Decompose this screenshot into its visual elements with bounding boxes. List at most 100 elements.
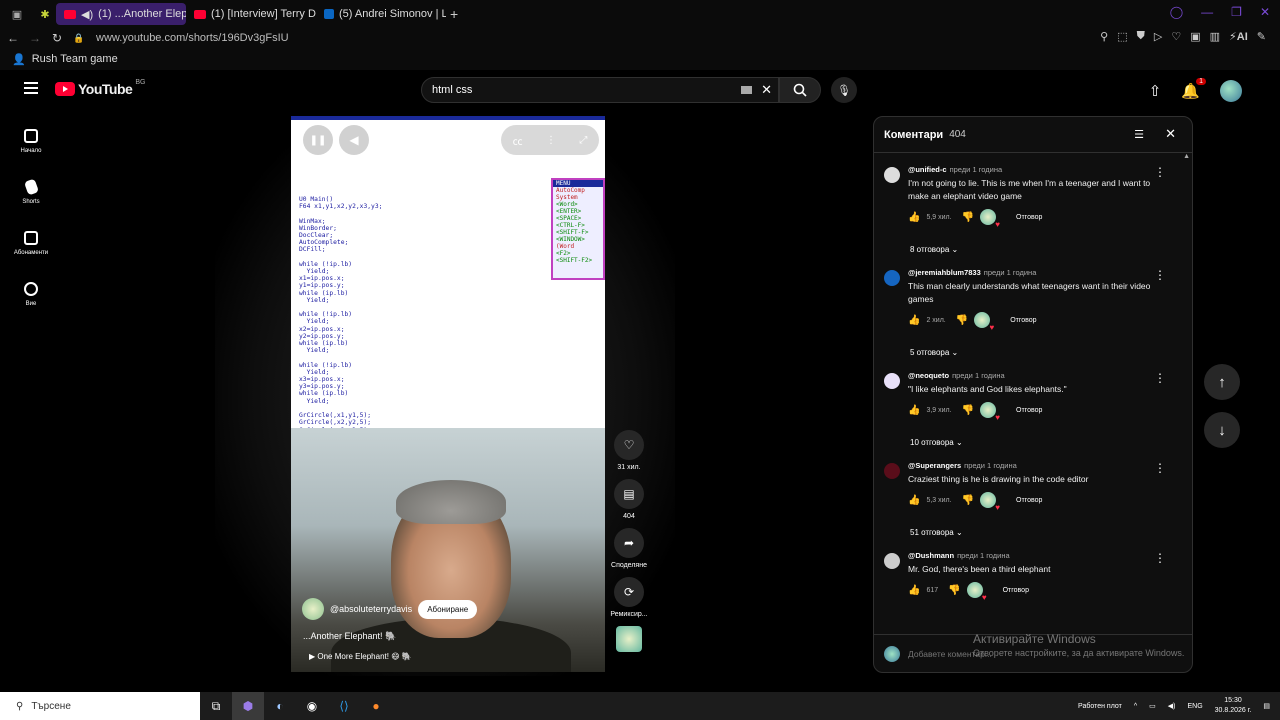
comment-avatar[interactable] <box>884 463 900 479</box>
captions-icon[interactable]: ㏄ <box>513 133 523 148</box>
view-replies-button[interactable]: 10 отговора ⌄ <box>910 438 1154 447</box>
shield-icon[interactable]: ⛊ <box>1137 30 1145 43</box>
network-icon[interactable]: ▭ <box>1149 702 1156 710</box>
more-options-icon[interactable]: ⋮ <box>1154 551 1166 565</box>
obs-icon[interactable]: ◉ <box>296 692 328 720</box>
back-icon[interactable]: ← <box>4 31 22 45</box>
more-options-icon[interactable]: ⋮ <box>1154 461 1166 475</box>
comment-author[interactable]: @neoqueto преди 1 година <box>908 371 1154 380</box>
steam-icon[interactable]: ◐ <box>264 692 296 720</box>
more-options-icon[interactable]: ⋮ <box>546 135 556 146</box>
view-replies-button[interactable]: 51 отговора ⌄ <box>910 528 1154 537</box>
comment-author[interactable]: @unified-c преди 1 година <box>908 165 1154 174</box>
nav-home[interactable]: Начало <box>0 116 62 167</box>
thumbs-down-icon[interactable]: 👎 <box>956 315 968 326</box>
heart-icon[interactable]: ♡ <box>1171 30 1181 43</box>
view-replies-button[interactable]: 5 отговора ⌄ <box>910 348 1154 357</box>
short-player[interactable]: U0 Main() F64 x1,y1,x2,y2,x3,y3; WinMax;… <box>291 116 605 672</box>
menu-icon[interactable] <box>24 82 38 94</box>
tab-menu-icon[interactable]: ▣ <box>6 3 28 25</box>
comment-avatar[interactable] <box>884 270 900 286</box>
fullscreen-icon[interactable]: ⤢ <box>579 135 587 146</box>
more-options-icon[interactable]: ⋮ <box>1154 268 1166 282</box>
comment-author[interactable]: @Superangers преди 1 година <box>908 461 1154 470</box>
reply-button[interactable]: Отговор <box>1016 497 1042 504</box>
thumbs-down-icon[interactable]: 👎 <box>962 212 974 223</box>
clear-search-icon[interactable]: ✕ <box>761 82 772 98</box>
thumbs-down-icon[interactable]: 👎 <box>962 495 974 506</box>
reply-button[interactable]: Отговор <box>1003 587 1029 594</box>
more-options-icon[interactable]: ⋮ <box>1154 165 1166 179</box>
previous-short-button[interactable]: ↑ <box>1204 364 1240 400</box>
volume-tray-icon[interactable]: ◀) <box>1168 702 1176 710</box>
comment-avatar[interactable] <box>884 167 900 183</box>
thumbs-down-icon[interactable]: 👎 <box>948 585 960 596</box>
bookmark-rush-team[interactable]: Rush Team game <box>32 53 118 65</box>
comment-avatar[interactable] <box>884 553 900 569</box>
nav-subscriptions[interactable]: Абонаменти <box>0 218 62 269</box>
reload-icon[interactable]: ↻ <box>48 31 66 45</box>
short-music[interactable]: ▶ One More Elephant! 😄 🐘 <box>309 652 412 661</box>
subscribe-button[interactable]: Абониране <box>418 599 478 619</box>
site-info-icon[interactable]: 🔒 <box>70 33 88 44</box>
close-window-icon[interactable]: ✕ <box>1260 5 1270 19</box>
thumbs-up-icon[interactable]: 👍 <box>908 495 920 506</box>
new-tab-button[interactable]: + <box>450 6 458 22</box>
restore-icon[interactable]: ❐ <box>1231 5 1242 19</box>
vscode-icon[interactable]: ⟨⟩ <box>328 692 360 720</box>
like-button[interactable]: ♡ <box>614 430 644 460</box>
chevron-up-icon[interactable]: ^ <box>1134 703 1137 710</box>
avatar[interactable] <box>1220 80 1242 102</box>
keyboard-icon[interactable] <box>741 86 752 94</box>
sort-icon[interactable]: ☰ <box>1134 128 1144 141</box>
desktop-label[interactable]: Работен плот <box>1078 703 1122 710</box>
more-options-icon[interactable]: ⋮ <box>1154 371 1166 385</box>
channel-avatar[interactable] <box>302 598 324 620</box>
tab-youtube-short[interactable]: ◀) (1) ...Another Elephant! <box>56 3 186 25</box>
share-button[interactable]: ➦ <box>614 528 644 558</box>
language-indicator[interactable]: ENG <box>1187 703 1202 710</box>
thumbs-up-icon[interactable]: 👍 <box>908 212 920 223</box>
reply-button[interactable]: Отговор <box>1016 407 1042 414</box>
nav-you[interactable]: Вие <box>0 269 62 320</box>
mic-button[interactable]: 🎙 <box>831 77 857 103</box>
firefox-icon[interactable]: ● <box>360 692 392 720</box>
close-icon[interactable]: ✕ <box>1165 126 1176 142</box>
thumbs-up-icon[interactable]: 👍 <box>908 585 920 596</box>
profile-icon[interactable]: ▣ <box>1190 30 1200 43</box>
sidebar-icon[interactable]: ▥ <box>1210 30 1220 43</box>
pin-icon[interactable]: ⚲ <box>1100 30 1108 43</box>
minimize-icon[interactable]: — <box>1201 5 1213 19</box>
channel-name[interactable]: @absoluteterrydavis <box>330 604 412 614</box>
forward-icon[interactable]: → <box>26 31 44 45</box>
comment-author[interactable]: @jeremiahblum7833 преди 1 година <box>908 268 1154 277</box>
thumbs-up-icon[interactable]: 👍 <box>908 405 920 416</box>
comment-avatar[interactable] <box>884 373 900 389</box>
comment-author[interactable]: @Dushmann преди 1 година <box>908 551 1154 560</box>
search-tabs-icon[interactable]: ◯ <box>1170 5 1183 19</box>
extension-icon[interactable]: ✱ <box>34 3 56 25</box>
task-view-icon[interactable]: ⧉ <box>200 692 232 720</box>
clock[interactable]: 15:30 30.8.2026 г. <box>1215 696 1252 716</box>
thumbs-up-icon[interactable]: 👍 <box>908 315 920 326</box>
taskbar-search[interactable]: ⚲ Търсене <box>0 692 200 720</box>
screenshot-icon[interactable]: ⬚ <box>1117 30 1127 43</box>
pause-icon[interactable]: ❚❚ <box>303 125 333 155</box>
ai-button[interactable]: ⚡AI <box>1229 30 1248 43</box>
view-replies-button[interactable]: 8 отговора ⌄ <box>910 245 1154 254</box>
volume-icon[interactable]: ◀ <box>339 125 369 155</box>
nav-shorts[interactable]: Shorts <box>0 167 62 218</box>
search-input[interactable] <box>432 84 732 96</box>
tab-linkedin[interactable]: (5) Andrei Simonov | Linked <box>316 3 446 25</box>
url-field[interactable]: www.youtube.com/shorts/196Dv3gFsIU <box>96 32 289 44</box>
thumbs-down-icon[interactable]: 👎 <box>962 405 974 416</box>
tab-interview[interactable]: (1) [Interview] Terry Davis <box>186 3 316 25</box>
upload-icon[interactable]: ⇧ <box>1149 82 1162 100</box>
notification-center-icon[interactable]: ▤ <box>1263 702 1270 710</box>
comments-button[interactable]: ▤ <box>614 479 644 509</box>
reply-button[interactable]: Отговор <box>1010 317 1036 324</box>
edit-icon[interactable]: ✎ <box>1257 30 1266 43</box>
search-button[interactable] <box>779 77 821 103</box>
reply-button[interactable]: Отговор <box>1016 214 1042 221</box>
sound-thumbnail[interactable] <box>616 626 642 652</box>
